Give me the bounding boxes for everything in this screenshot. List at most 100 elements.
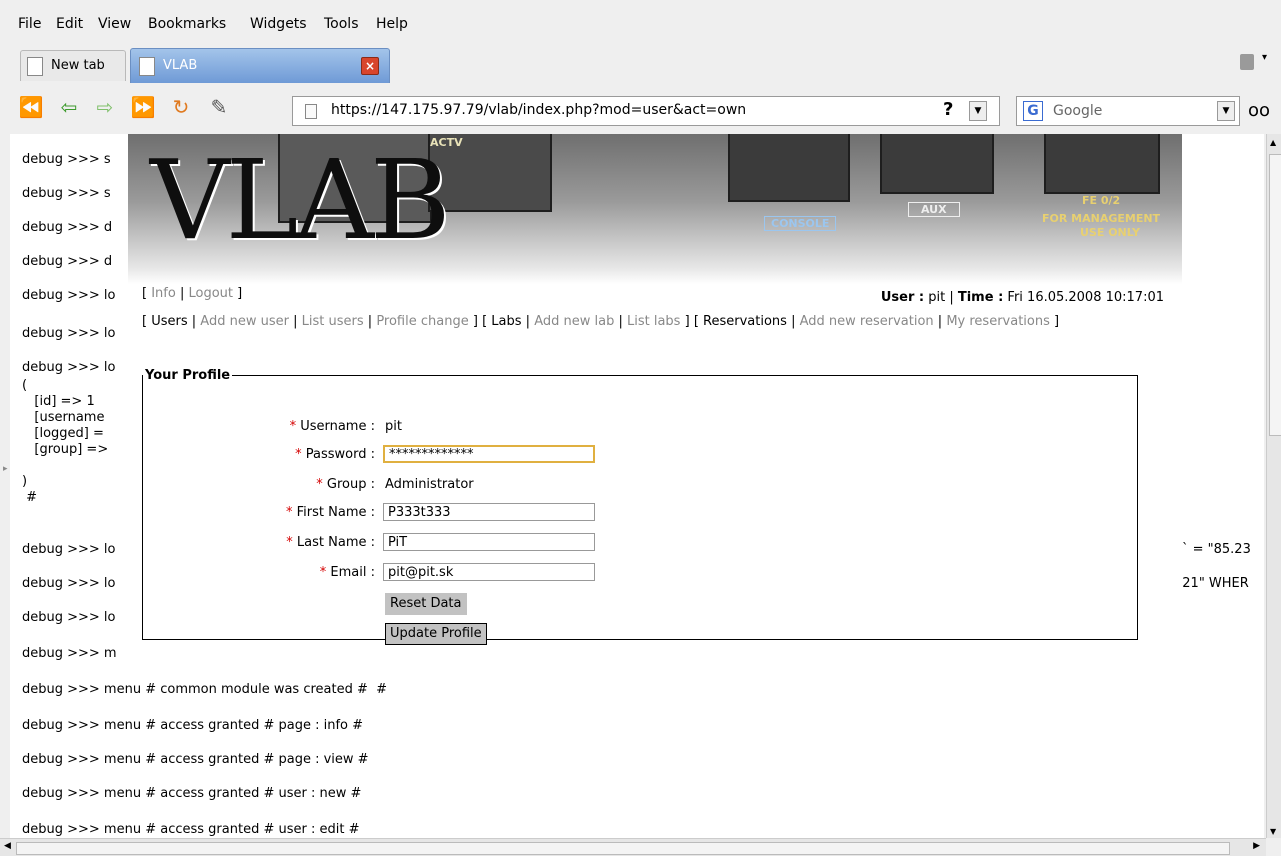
group-row: * Group : Administrator	[316, 477, 474, 492]
nav-add-new-reservation[interactable]: Add new reservation	[800, 314, 934, 329]
help-icon[interactable]: ?	[943, 99, 953, 120]
debug-line: [logged] =	[22, 426, 104, 441]
search-box[interactable]: G Google ▼	[1016, 96, 1240, 126]
menu-bar: File Edit View Bookmarks Widgets Tools H…	[0, 0, 1281, 40]
wand-icon[interactable]: ✎	[206, 94, 232, 120]
back-icon[interactable]: ⇦	[56, 94, 82, 120]
sidebar-toggle-icon[interactable]: ▸	[3, 464, 8, 474]
page-icon	[305, 104, 317, 119]
reset-data-button[interactable]: Reset Data	[385, 593, 467, 615]
username-row: * Username : pit	[289, 419, 402, 434]
debug-line: debug >>> m	[22, 646, 117, 661]
search-placeholder[interactable]: Google	[1053, 103, 1102, 119]
last-name-label: Last Name :	[296, 535, 375, 550]
profile-legend: Your Profile	[145, 368, 231, 383]
google-icon[interactable]: G	[1023, 101, 1043, 121]
nav-reservations[interactable]: Reservations	[703, 314, 787, 329]
debug-line: [id] => 1	[22, 394, 95, 409]
debug-line: debug >>> menu # common module was creat…	[22, 682, 388, 697]
debug-line: debug >>> menu # access granted # user :…	[22, 786, 362, 801]
scroll-thumb[interactable]	[16, 842, 1230, 855]
debug-line: debug >>> lo	[22, 360, 116, 375]
debug-line: debug >>> d	[22, 220, 113, 235]
close-tab-icon[interactable]: ×	[361, 57, 379, 75]
forward-icon[interactable]: ⇨	[92, 94, 118, 120]
email-field[interactable]	[383, 563, 595, 581]
menu-tools[interactable]: Tools	[324, 16, 359, 32]
user-value: pit	[928, 290, 946, 305]
nav-labs[interactable]: Labs	[491, 314, 521, 329]
tab-new-label: New tab	[51, 58, 105, 73]
email-row: * Email :	[143, 563, 1137, 585]
last-name-field[interactable]	[383, 533, 595, 551]
nav-list-labs[interactable]: List labs	[627, 314, 680, 329]
debug-line: (	[22, 378, 28, 393]
first-name-row: * First Name :	[143, 503, 1137, 525]
first-name-field[interactable]	[383, 503, 595, 521]
menu-bookmarks[interactable]: Bookmarks	[148, 16, 226, 32]
email-label: Email :	[330, 565, 375, 580]
horizontal-scrollbar[interactable]: ◀ ▶	[0, 838, 1266, 856]
nav-list-users[interactable]: List users	[302, 314, 364, 329]
nav-my-reservations[interactable]: My reservations	[946, 314, 1050, 329]
address-url[interactable]: https://147.175.97.79/vlab/index.php?mod…	[331, 102, 746, 118]
username-label: Username :	[300, 419, 375, 434]
update-profile-button[interactable]: Update Profile	[385, 623, 487, 645]
scroll-right-icon[interactable]: ▶	[1253, 841, 1260, 851]
user-label: User :	[880, 290, 925, 305]
debug-line: debug >>> menu # access granted # page :…	[22, 752, 369, 767]
nav-users[interactable]: Users	[151, 314, 187, 329]
top-links: [ Info | Logout ]	[142, 286, 243, 301]
scroll-up-icon[interactable]: ▲	[1270, 138, 1276, 147]
vlab-logo: VLAB	[150, 136, 451, 264]
group-value: Administrator	[385, 477, 474, 492]
debug-line: )	[22, 474, 28, 489]
menu-edit[interactable]: Edit	[56, 16, 83, 32]
menu-view[interactable]: View	[98, 16, 131, 32]
scroll-left-icon[interactable]: ◀	[4, 841, 11, 851]
nav-add-new-lab[interactable]: Add new lab	[534, 314, 614, 329]
address-dropdown-icon[interactable]: ▼	[969, 101, 987, 121]
password-field[interactable]	[383, 445, 595, 463]
menu-file[interactable]: File	[18, 16, 41, 32]
scroll-thumb[interactable]	[1269, 154, 1281, 436]
debug-line: debug >>> menu # access granted # user :…	[22, 822, 360, 837]
search-dropdown-icon[interactable]: ▼	[1217, 101, 1235, 121]
rewind-icon[interactable]: ⏪	[18, 94, 44, 120]
menu-widgets[interactable]: Widgets	[250, 16, 307, 32]
tab-vlab[interactable]: VLAB ×	[130, 48, 390, 83]
main-nav: [ Users | Add new user | List users | Pr…	[142, 314, 1060, 329]
logout-link[interactable]: Logout	[189, 286, 234, 301]
first-name-label: First Name :	[296, 505, 375, 520]
debug-line: debug >>> lo	[22, 576, 116, 591]
scroll-down-icon[interactable]: ▼	[1270, 827, 1276, 836]
profile-form: Your Profile * Username : pit * Password…	[142, 368, 1138, 645]
debug-line: debug >>> d	[22, 254, 113, 269]
chevron-down-icon[interactable]: ▾	[1262, 52, 1267, 63]
menu-help[interactable]: Help	[376, 16, 408, 32]
info-link[interactable]: Info	[151, 286, 176, 301]
debug-line: #	[22, 490, 38, 505]
tab-new[interactable]: New tab	[20, 50, 126, 81]
username-value: pit	[385, 419, 402, 434]
aux-port	[880, 134, 994, 194]
hw-label: FE 0/2	[1082, 194, 1121, 207]
debug-line: debug >>> lo	[22, 326, 116, 341]
vertical-scrollbar[interactable]: ▲ ▼	[1266, 134, 1281, 838]
address-bar[interactable]: https://147.175.97.79/vlab/index.php?mod…	[292, 96, 1000, 126]
fe-port	[1044, 134, 1160, 194]
user-time-info: User : pit | Time : Fri 16.05.2008 10:17…	[880, 290, 1164, 305]
hw-label: CONSOLE	[764, 216, 837, 231]
hw-label: AUX	[908, 202, 960, 217]
page-viewport: debug >>> s debug >>> s debug >>> d debu…	[10, 134, 1264, 838]
trash-icon[interactable]	[1240, 54, 1254, 70]
glasses-icon[interactable]: oo	[1248, 100, 1270, 121]
reload-icon[interactable]: ↻	[168, 94, 194, 120]
nav-profile-change[interactable]: Profile change	[376, 314, 468, 329]
debug-fragment: ` = "85.23	[1182, 542, 1251, 557]
debug-line: debug >>> s	[22, 186, 111, 201]
fast-forward-icon[interactable]: ⏩	[130, 94, 156, 120]
debug-line: debug >>> lo	[22, 288, 116, 303]
nav-add-new-user[interactable]: Add new user	[200, 314, 289, 329]
last-name-row: * Last Name :	[143, 533, 1137, 555]
